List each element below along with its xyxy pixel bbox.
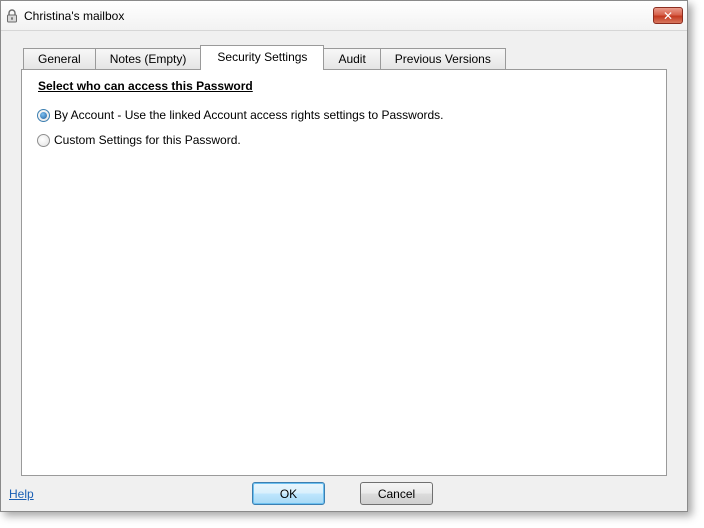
tab-general[interactable]: General (23, 48, 96, 70)
tab-notes[interactable]: Notes (Empty) (94, 48, 202, 70)
section-heading: Select who can access this Password (38, 79, 253, 93)
lock-icon (7, 9, 17, 23)
dialog-window: Christina's mailbox ✕ General Notes (Emp… (0, 0, 688, 512)
cancel-button[interactable]: Cancel (360, 482, 433, 505)
by-account-radio[interactable] (37, 108, 50, 122)
title-bar[interactable]: Christina's mailbox ✕ (1, 1, 687, 31)
tab-security-settings[interactable]: Security Settings (200, 45, 325, 70)
custom-settings-option[interactable]: Custom Settings for this Password. (37, 133, 241, 147)
ok-button[interactable]: OK (252, 482, 325, 505)
window-title: Christina's mailbox (24, 9, 125, 23)
tab-bar: General Notes (Empty) Security Settings … (23, 45, 506, 70)
tab-previous-versions[interactable]: Previous Versions (379, 48, 506, 70)
close-button[interactable]: ✕ (653, 7, 683, 24)
by-account-option[interactable]: By Account - Use the linked Account acce… (37, 108, 444, 122)
custom-settings-label[interactable]: Custom Settings for this Password. (54, 133, 241, 147)
custom-settings-radio[interactable] (37, 133, 50, 147)
security-settings-panel: Select who can access this Password By A… (21, 69, 667, 476)
tab-audit[interactable]: Audit (323, 48, 381, 70)
help-link[interactable]: Help (9, 487, 34, 501)
close-icon: ✕ (662, 8, 674, 23)
by-account-label[interactable]: By Account - Use the linked Account acce… (54, 108, 444, 122)
